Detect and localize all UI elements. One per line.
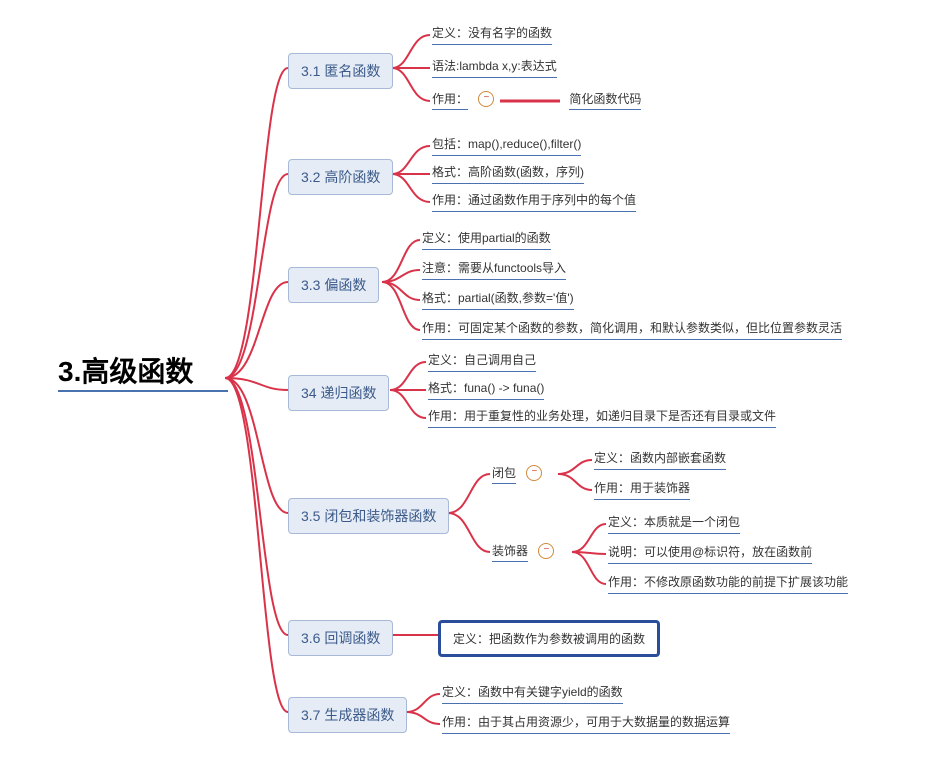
node-3-5-sub-1[interactable]: 装饰器 − bbox=[492, 542, 560, 560]
leaf-3-5-1-0: 定义：本质就是一个闭包 bbox=[608, 513, 740, 534]
root-node[interactable]: 3.高级函数 bbox=[58, 350, 228, 392]
leaf-3-3-0: 定义：使用partial的函数 bbox=[422, 229, 551, 250]
collapse-icon[interactable]: − bbox=[478, 91, 494, 107]
node-3-4[interactable]: 34 递归函数 bbox=[288, 375, 389, 411]
leaf-3-5-0-0: 定义：函数内部嵌套函数 bbox=[594, 449, 726, 470]
collapse-icon[interactable]: − bbox=[526, 465, 542, 481]
leaf-3-4-2: 作用：用于重复性的业务处理，如递归目录下是否还有目录或文件 bbox=[428, 407, 776, 428]
leaf-3-2-1: 格式：高阶函数(函数，序列) bbox=[432, 163, 584, 184]
collapse-icon[interactable]: − bbox=[538, 543, 554, 559]
leaf-3-7-0: 定义：函数中有关键字yield的函数 bbox=[442, 683, 623, 704]
leaf-3-4-0: 定义：自己调用自己 bbox=[428, 351, 536, 372]
leaf-3-1-1: 语法:lambda x,y:表达式 bbox=[432, 57, 557, 78]
node-3-1[interactable]: 3.1 匿名函数 bbox=[288, 53, 393, 89]
node-3-7[interactable]: 3.7 生成器函数 bbox=[288, 697, 407, 733]
leaf-3-3-1: 注意：需要从functools导入 bbox=[422, 259, 566, 280]
node-3-5-sub-0[interactable]: 闭包 − bbox=[492, 464, 548, 482]
node-3-3[interactable]: 3.3 偏函数 bbox=[288, 267, 379, 303]
leaf-3-1-2-prefix: 作用： bbox=[432, 92, 468, 110]
leaf-3-6-boxed[interactable]: 定义：把函数作为参数被调用的函数 bbox=[438, 620, 660, 657]
leaf-3-1-0: 定义：没有名字的函数 bbox=[432, 24, 552, 45]
leaf-3-1-2-row: 作用： − 简化函数代码 bbox=[432, 90, 641, 108]
leaf-3-1-2-rest: 简化函数代码 bbox=[569, 92, 641, 110]
leaf-3-2-0: 包括：map(),reduce(),filter() bbox=[432, 135, 581, 156]
leaf-3-5-1-2: 作用：不修改原函数功能的前提下扩展该功能 bbox=[608, 573, 848, 594]
node-3-2[interactable]: 3.2 高阶函数 bbox=[288, 159, 393, 195]
leaf-3-2-2: 作用：通过函数作用于序列中的每个值 bbox=[432, 191, 636, 212]
node-3-6[interactable]: 3.6 回调函数 bbox=[288, 620, 393, 656]
leaf-3-5-1-1: 说明：可以使用@标识符，放在函数前 bbox=[608, 543, 812, 564]
node-3-5[interactable]: 3.5 闭包和装饰器函数 bbox=[288, 498, 449, 534]
leaf-3-3-3: 作用：可固定某个函数的参数，简化调用，和默认参数类似，但比位置参数灵活 bbox=[422, 319, 842, 340]
leaf-3-4-1: 格式：funa() -> funa() bbox=[428, 379, 544, 400]
leaf-3-3-2: 格式：partial(函数,参数='值') bbox=[422, 289, 574, 310]
leaf-3-5-0-1: 作用：用于装饰器 bbox=[594, 479, 690, 500]
leaf-3-7-1: 作用：由于其占用资源少，可用于大数据量的数据运算 bbox=[442, 713, 730, 734]
